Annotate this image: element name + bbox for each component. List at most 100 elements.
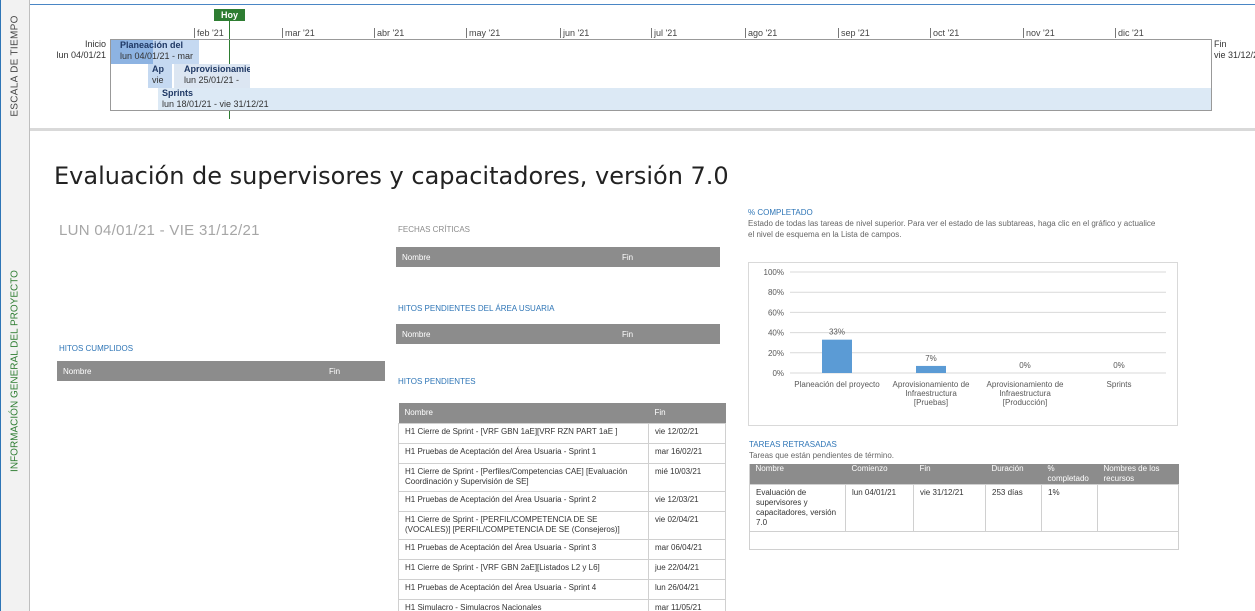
row-fin: vie 12/02/21 bbox=[648, 422, 726, 444]
chart-y-tick-label: 20% bbox=[768, 349, 784, 358]
timeline-end-date: vie 31/12/2 bbox=[1214, 50, 1255, 60]
task-name: Aprovisionamie bbox=[184, 64, 250, 74]
column-header[interactable]: Nombre bbox=[396, 324, 616, 344]
column-header[interactable]: Duración bbox=[985, 464, 1042, 485]
row-fin: vie 02/04/21 bbox=[648, 510, 726, 540]
timeline-task-ap[interactable]: Ap vie bbox=[148, 64, 172, 88]
column-header[interactable]: Nombre bbox=[398, 403, 649, 423]
timeline-end-label: Fin bbox=[1214, 39, 1227, 49]
table-header-row: Nombre Comienzo Fin Duración % completad… bbox=[749, 464, 1179, 485]
timeline-start-label: Inicio bbox=[84, 39, 106, 49]
row-fin: vie 31/12/21 bbox=[913, 484, 986, 532]
chart-category-label: Infraestructura bbox=[905, 389, 957, 398]
hitos-cumplidos-table: Nombre Fin bbox=[57, 361, 385, 381]
row-fin: vie 12/03/21 bbox=[648, 490, 726, 512]
chart-data-label: 33% bbox=[829, 328, 845, 337]
month-label: mar '21 bbox=[282, 28, 315, 38]
row-duracion: 253 días bbox=[985, 484, 1042, 532]
row-fin: mar 16/02/21 bbox=[648, 442, 726, 464]
month-label: dic '21 bbox=[1115, 28, 1144, 38]
column-header[interactable]: Comienzo bbox=[845, 464, 914, 485]
hitos-area-usuaria-heading: HITOS PENDIENTES DEL ÁREA USUARIA bbox=[398, 304, 555, 313]
table-row[interactable]: H1 Simulacro - Simulacros Nacionales mar… bbox=[398, 598, 726, 611]
column-header[interactable]: Fin bbox=[323, 361, 385, 381]
chart-data-label: 7% bbox=[925, 354, 937, 363]
column-header[interactable]: Fin bbox=[616, 247, 720, 267]
month-label: ago '21 bbox=[745, 28, 777, 38]
row-completado: 1% bbox=[1041, 484, 1098, 532]
tareas-retrasadas-table: Nombre Comienzo Fin Duración % completad… bbox=[749, 464, 1179, 532]
completado-heading: % COMPLETADO bbox=[748, 208, 813, 217]
column-header[interactable]: Nombres de los recursos bbox=[1097, 464, 1179, 485]
task-dates: lun 18/01/21 - vie 31/12/21 bbox=[162, 99, 269, 109]
table-row[interactable]: H1 Pruebas de Aceptación del Área Usuari… bbox=[398, 578, 726, 600]
month-label: jul '21 bbox=[651, 28, 677, 38]
table-header-row: Nombre Fin bbox=[396, 324, 720, 344]
table-header-row: Nombre Fin bbox=[57, 361, 385, 381]
table-row[interactable]: H1 Cierre de Sprint - [Perfiles/Competen… bbox=[398, 462, 726, 492]
row-nombre: H1 Cierre de Sprint - [PERFIL/COMPETENCI… bbox=[398, 510, 649, 540]
column-header[interactable]: Nombre bbox=[57, 361, 323, 381]
overview-side-label: INFORMACIÓN GENERAL DEL PROYECTO bbox=[0, 131, 30, 611]
column-header[interactable]: Fin bbox=[648, 403, 726, 423]
row-nombre: H1 Cierre de Sprint - [VRF GBN 1aE][VRF … bbox=[398, 422, 649, 444]
task-name: Sprints bbox=[162, 88, 194, 98]
chart-data-label: 0% bbox=[1113, 361, 1125, 370]
row-fin: lun 26/04/21 bbox=[648, 578, 726, 600]
chart-category-label: Sprints bbox=[1107, 380, 1132, 389]
row-fin: mar 06/04/21 bbox=[648, 538, 726, 560]
table-row[interactable]: H1 Cierre de Sprint - [VRF GBN 2aE][List… bbox=[398, 558, 726, 580]
column-header[interactable]: % completado bbox=[1041, 464, 1098, 485]
timeline-start-date: lun 04/01/21 bbox=[56, 50, 106, 60]
table-row[interactable]: Evaluación de supervisores y capacitador… bbox=[749, 484, 1179, 532]
chart-data-label: 0% bbox=[1019, 361, 1031, 370]
chart-bar bbox=[916, 365, 946, 373]
chart-category-label: [Pruebas] bbox=[914, 398, 948, 407]
tareas-retrasadas-description: Tareas que están pendientes de término. bbox=[749, 451, 894, 460]
project-date-range: LUN 04/01/21 - VIE 31/12/21 bbox=[59, 222, 260, 239]
completado-chart[interactable]: 0% 20% 40% 60% 80% 100% 33% Planeación del proy… bbox=[748, 262, 1178, 426]
task-dates: lun 04/01/21 - mar bbox=[120, 51, 194, 61]
hitos-area-usuaria-table: Nombre Fin bbox=[396, 324, 720, 344]
chart-y-tick-label: 80% bbox=[768, 288, 784, 297]
column-header[interactable]: Fin bbox=[616, 324, 720, 344]
timeline-task-aprovisionamiento[interactable]: Aprovisionamie lun 25/01/21 - bbox=[174, 64, 250, 88]
page-title: Evaluación de supervisores y capacitador… bbox=[54, 162, 729, 190]
row-nombre: H1 Pruebas de Aceptación del Área Usuari… bbox=[398, 578, 649, 600]
row-fin: mar 11/05/21 bbox=[648, 598, 726, 611]
column-header[interactable]: Fin bbox=[913, 464, 986, 485]
table-row[interactable]: H1 Pruebas de Aceptación del Área Usuari… bbox=[398, 490, 726, 512]
row-nombre: H1 Pruebas de Aceptación del Área Usuari… bbox=[398, 490, 649, 512]
chart-y-tick-label: 0% bbox=[772, 369, 784, 378]
completado-description: Estado de todas las tareas de nivel supe… bbox=[748, 219, 1156, 239]
table-row[interactable]: H1 Pruebas de Aceptación del Área Usuari… bbox=[398, 538, 726, 560]
timeline-side-label: ESCALA DE TIEMPO bbox=[0, 0, 30, 131]
hitos-cumplidos-heading: HITOS CUMPLIDOS bbox=[59, 344, 134, 353]
month-label: jun '21 bbox=[560, 28, 589, 38]
column-header[interactable]: Nombre bbox=[749, 464, 846, 485]
row-nombre: H1 Pruebas de Aceptación del Área Usuari… bbox=[398, 538, 649, 560]
timeline-task-planeacion[interactable]: Planeación del lun 04/01/21 - mar bbox=[111, 40, 199, 64]
timeline-top-rule bbox=[30, 4, 1255, 5]
month-label: sep '21 bbox=[838, 28, 870, 38]
row-fin: mié 10/03/21 bbox=[648, 462, 726, 492]
row-nombre: Evaluación de supervisores y capacitador… bbox=[749, 484, 846, 532]
overview-side-label-text: INFORMACIÓN GENERAL DEL PROYECTO bbox=[9, 270, 21, 472]
row-nombre: H1 Cierre de Sprint - [VRF GBN 2aE][List… bbox=[398, 558, 649, 580]
chart-category-label: Aprovisionamiento de bbox=[987, 380, 1064, 389]
task-name: Ap bbox=[152, 64, 164, 74]
table-row[interactable]: H1 Cierre de Sprint - [PERFIL/COMPETENCI… bbox=[398, 510, 726, 540]
table-header-row: Nombre Fin bbox=[398, 403, 726, 423]
table-row[interactable]: H1 Cierre de Sprint - [VRF GBN 1aE][VRF … bbox=[398, 422, 726, 444]
today-marker: Hoy bbox=[214, 9, 245, 21]
row-nombre: H1 Cierre de Sprint - [Perfiles/Competen… bbox=[398, 462, 649, 492]
tareas-retrasadas-heading: TAREAS RETRASADAS bbox=[749, 440, 837, 449]
timeline-task-sprints[interactable]: Sprints lun 18/01/21 - vie 31/12/21 bbox=[158, 88, 1211, 110]
timeline-section: ESCALA DE TIEMPO Hoy feb '21 mar '21 abr… bbox=[0, 0, 1255, 131]
table-row[interactable]: H1 Pruebas de Aceptación del Área Usuari… bbox=[398, 442, 726, 464]
fechas-criticas-heading: FECHAS CRÍTICAS bbox=[398, 225, 471, 234]
column-header[interactable]: Nombre bbox=[396, 247, 616, 267]
month-label: feb '21 bbox=[194, 28, 224, 38]
chart-y-tick-label: 100% bbox=[764, 268, 784, 277]
month-label: nov '21 bbox=[1023, 28, 1055, 38]
